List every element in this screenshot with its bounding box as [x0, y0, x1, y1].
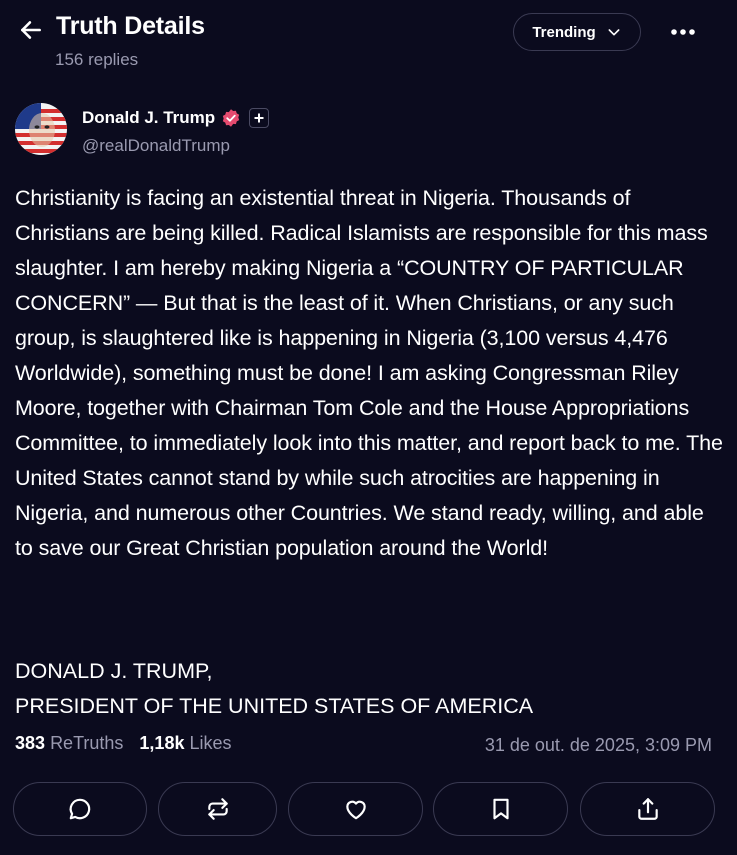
likes-stat[interactable]: 1,18k Likes	[139, 733, 231, 754]
post-paragraph: Christianity is facing an existential th…	[15, 186, 723, 560]
bookmark-icon	[492, 798, 509, 820]
reply-button[interactable]	[13, 782, 147, 836]
more-options-button[interactable]	[664, 16, 702, 48]
verified-badge-icon	[221, 108, 241, 128]
bookmark-button[interactable]	[433, 782, 568, 836]
sort-label: Trending	[532, 23, 596, 41]
reply-count: 156 replies	[55, 50, 139, 69]
back-button[interactable]	[15, 14, 47, 46]
author-row: Donald J. Trump	[82, 108, 270, 128]
share-button[interactable]	[580, 782, 715, 836]
share-icon	[637, 798, 658, 820]
more-horizontal-icon	[671, 29, 695, 35]
like-button[interactable]	[288, 782, 423, 836]
avatar[interactable]	[15, 103, 67, 155]
chevron-down-icon	[608, 29, 620, 36]
avatar-image	[15, 103, 67, 155]
heart-icon	[345, 800, 366, 820]
post-stats: 383 ReTruths 1,18k Likes	[15, 733, 232, 754]
retruth-button[interactable]	[158, 782, 277, 836]
author-name[interactable]: Donald J. Trump	[82, 108, 215, 128]
signature-title: PRESIDENT OF THE UNITED STATES OF AMERIC…	[15, 694, 534, 718]
post-text: Christianity is facing an existential th…	[15, 181, 727, 566]
page-header: Truth Details 156 replies Trending	[0, 0, 737, 80]
page-title: Truth Details	[56, 12, 205, 40]
post-timestamp: 31 de out. de 2025, 3:09 PM	[484, 735, 712, 755]
likes-count: 1,18k	[139, 733, 185, 753]
retruths-stat[interactable]: 383 ReTruths	[15, 733, 123, 754]
retruths-count: 383	[15, 733, 46, 753]
plus-badge-icon	[249, 108, 270, 128]
retruth-icon	[207, 798, 228, 820]
sort-dropdown[interactable]: Trending	[513, 13, 641, 51]
retruths-label: ReTruths	[50, 733, 124, 753]
author-handle[interactable]: @realDonaldTrump	[82, 136, 230, 156]
arrow-left-icon	[21, 21, 41, 39]
likes-label: Likes	[189, 733, 232, 753]
post-signature: DONALD J. TRUMP, PRESIDENT OF THE UNITED…	[15, 654, 715, 724]
comment-icon	[69, 798, 91, 820]
signature-name: DONALD J. TRUMP,	[15, 659, 213, 683]
